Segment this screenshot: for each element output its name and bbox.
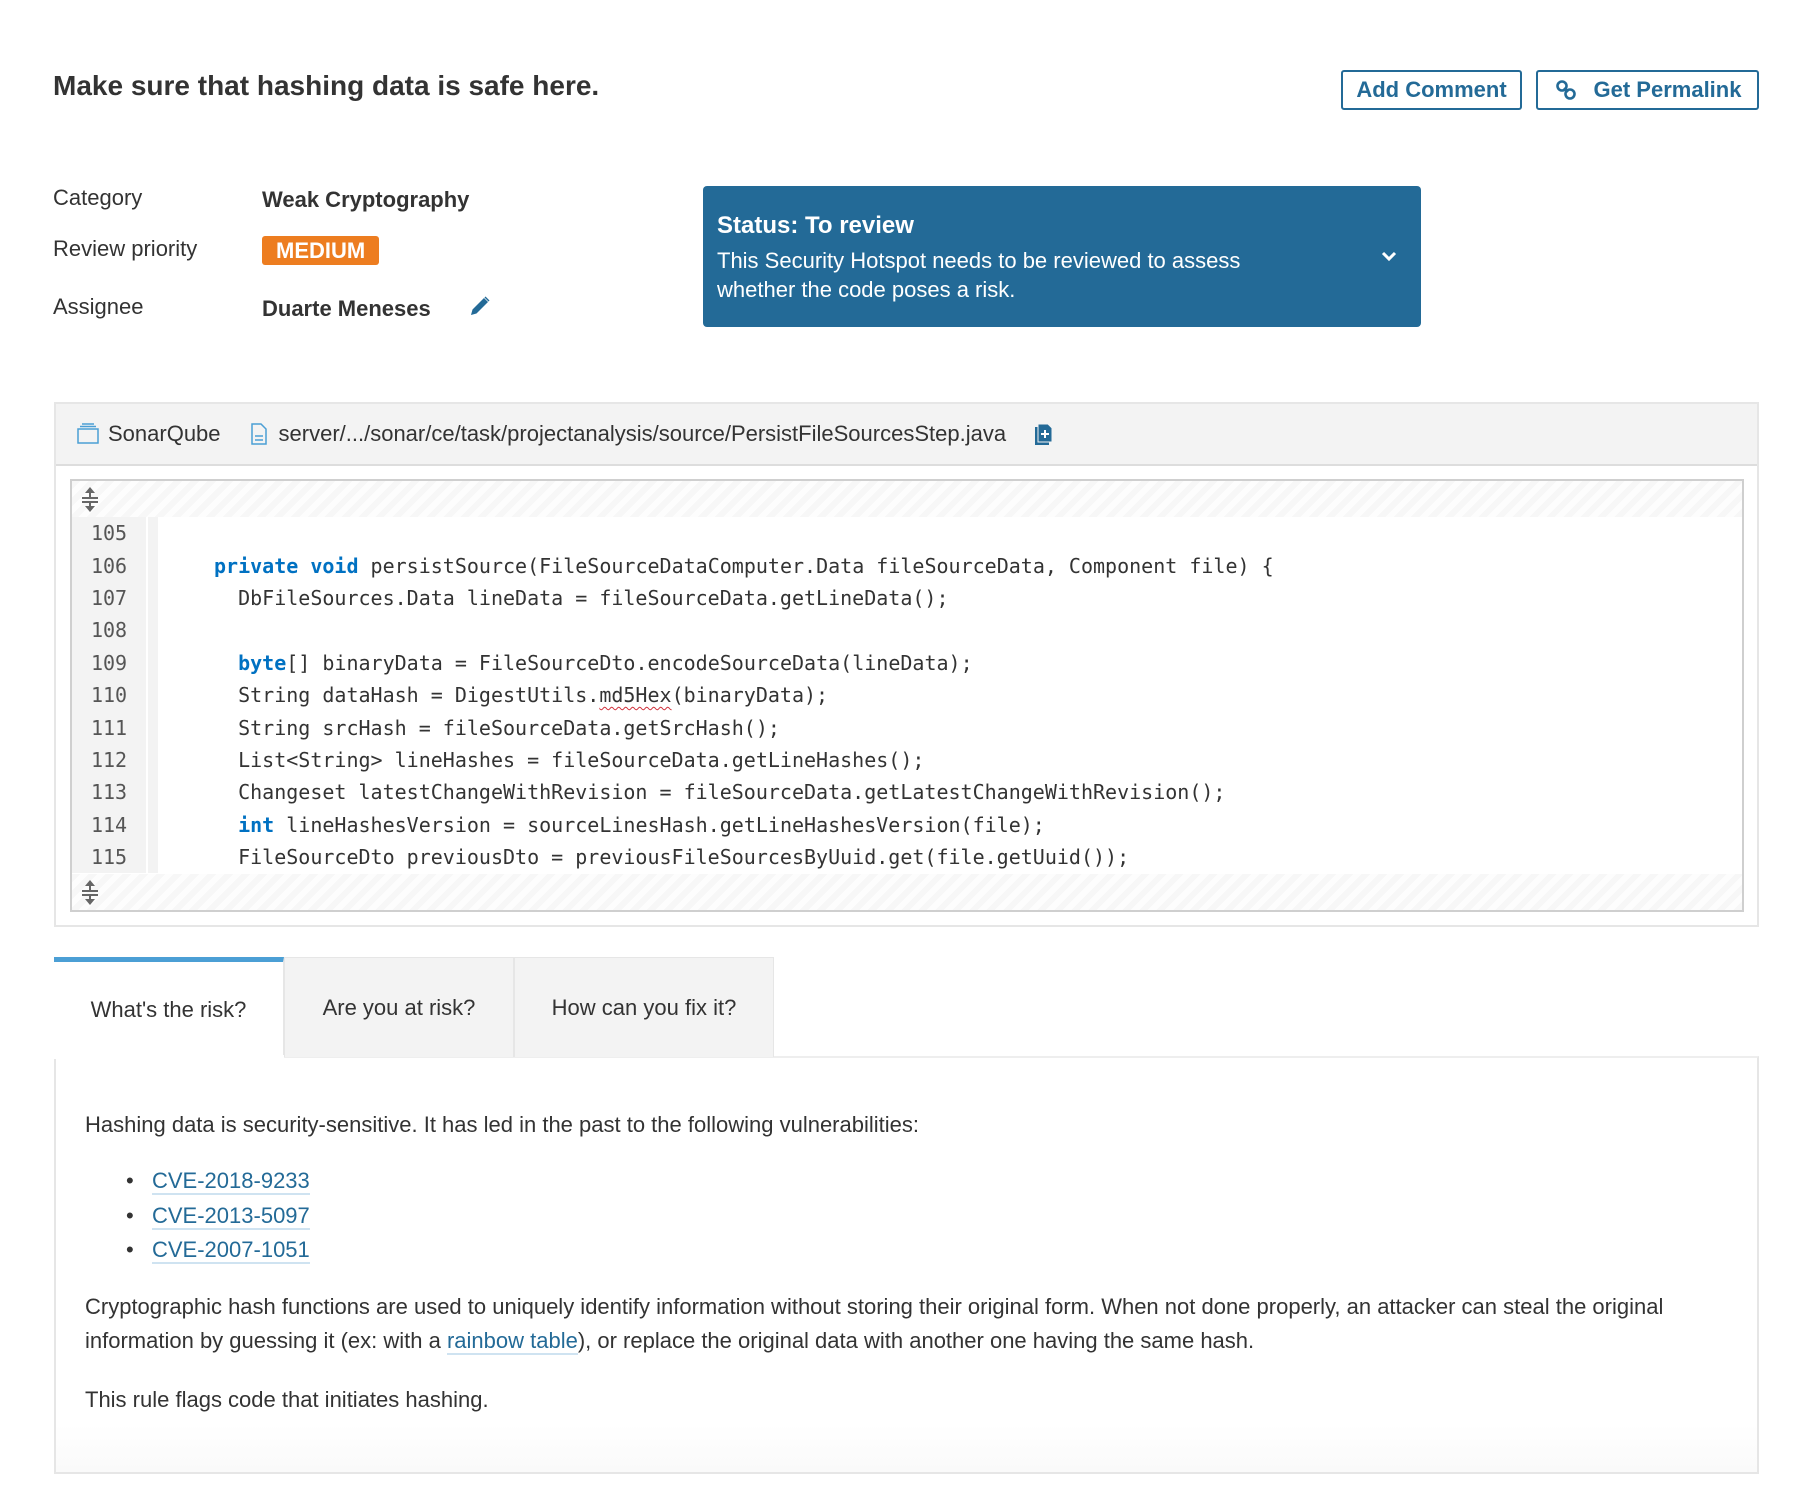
line-code: String dataHash = DigestUtils.md5Hex(bin… (214, 683, 829, 708)
line-gutter (146, 549, 158, 582)
content-fade (56, 1424, 1757, 1472)
line-code: String srcHash = fileSourceData.getSrcHa… (214, 715, 780, 740)
get-permalink-label: Get Permalink (1593, 77, 1742, 102)
cve-item: CVE-2018-9233 (126, 1168, 310, 1203)
line-gutter (146, 614, 158, 647)
risk-content-panel: Hashing data is security-sensitive. It h… (54, 1056, 1759, 1474)
line-code: int lineHashesVersion = sourceLinesHash.… (238, 812, 1045, 837)
line-code: Changeset latestChangeWithRevision = fil… (214, 780, 1226, 805)
code-line: 105 (72, 517, 1742, 550)
line-number[interactable]: 107 (72, 581, 146, 615)
line-number[interactable]: 115 (72, 840, 146, 874)
expand-above-bar[interactable] (72, 481, 1742, 517)
cve-list: CVE-2018-9233 CVE-2013-5097 CVE-2007-105… (126, 1168, 310, 1272)
risk-paragraph-3: This rule flags code that initiates hash… (85, 1387, 489, 1412)
code-snippet-panel: SonarQube server/.../sonar/ce/task/proje… (54, 402, 1759, 927)
code-line: 110 String dataHash = DigestUtils.md5Hex… (72, 678, 1742, 712)
line-gutter (146, 581, 158, 615)
status-title: Status: To review (717, 212, 914, 239)
line-number[interactable]: 110 (72, 678, 146, 712)
code-lines: 105 106 private void persistSource(FileSou… (72, 517, 1742, 874)
risk-text: ), or replace the original data with ano… (577, 1328, 1255, 1353)
add-comment-label: Add Comment (1356, 77, 1507, 102)
file-path[interactable]: server/.../sonar/ce/task/projectanalysis… (279, 421, 1007, 447)
line-number[interactable]: 109 (72, 646, 146, 679)
line-gutter (146, 776, 158, 809)
code-line: 115 FileSourceDto previousDto = previous… (72, 840, 1742, 874)
line-code: private void persistSource(FileSourceDat… (214, 553, 1274, 578)
active-tab-connector (54, 1055, 284, 1059)
review-priority-label: Review priority (53, 236, 198, 261)
tab-how-can-you-fix-it[interactable]: How can you fix it? (514, 957, 774, 1057)
line-number[interactable]: 113 (72, 776, 146, 809)
tab-label: What's the risk? (90, 996, 247, 1022)
line-gutter (146, 517, 158, 550)
line-gutter (146, 678, 158, 712)
line-number[interactable]: 114 (72, 808, 146, 841)
expand-above-icon[interactable] (80, 485, 100, 513)
code-viewer: 105 106 private void persistSource(FileSou… (70, 479, 1744, 912)
tab-whats-the-risk[interactable]: What's the risk? (54, 957, 284, 1057)
risk-intro: Hashing data is security-sensitive. It h… (85, 1112, 919, 1137)
line-number[interactable]: 112 (72, 743, 146, 777)
line-number[interactable]: 111 (72, 711, 146, 744)
code-line: 107 DbFileSources.Data lineData = fileSo… (72, 581, 1742, 615)
code-line: 111 String srcHash = fileSourceData.getS… (72, 711, 1742, 744)
risk-paragraph-2: Cryptographic hash functions are used to… (85, 1290, 1745, 1358)
line-gutter (146, 840, 158, 874)
chevron-down-icon[interactable] (1379, 246, 1399, 266)
line-code: List<String> lineHashes = fileSourceData… (214, 747, 925, 772)
expand-below-icon[interactable] (80, 878, 100, 906)
tab-are-you-at-risk[interactable]: Are you at risk? (284, 957, 514, 1057)
copy-path-icon[interactable] (1032, 422, 1056, 446)
category-label: Category (53, 185, 143, 210)
project-name[interactable]: SonarQube (108, 421, 221, 447)
project-icon (77, 423, 99, 444)
assignee-value: Duarte Meneses (262, 296, 431, 321)
cve-item: CVE-2007-1051 (126, 1237, 310, 1272)
status-panel[interactable]: Status: To review This Security Hotspot … (703, 186, 1421, 327)
hotspot-tabs: What's the risk? Are you at risk? How ca… (54, 957, 774, 1057)
line-gutter (146, 711, 158, 744)
line-code: byte[] binaryData = FileSourceDto.encode… (238, 650, 973, 675)
priority-badge: MEDIUM (262, 236, 380, 265)
cve-item: CVE-2013-5097 (126, 1202, 310, 1238)
code-line: 113 Changeset latestChangeWithRevision =… (72, 776, 1742, 809)
cve-link[interactable]: CVE-2007-1051 (152, 1237, 310, 1265)
assignee-label: Assignee (53, 294, 144, 319)
get-permalink-button[interactable]: Get Permalink (1536, 70, 1759, 110)
line-number[interactable]: 108 (72, 614, 146, 647)
line-code: DbFileSources.Data lineData = fileSource… (214, 585, 949, 610)
file-icon (250, 423, 267, 445)
expand-below-bar[interactable] (72, 874, 1742, 910)
issue-location: md5Hex (599, 683, 672, 708)
edit-assignee-icon[interactable] (468, 294, 492, 318)
cve-link[interactable]: CVE-2013-5097 (152, 1202, 310, 1230)
line-number[interactable]: 105 (72, 517, 146, 550)
code-line: 108 (72, 614, 1742, 647)
code-line: 109 byte[] binaryData = FileSourceDto.en… (72, 646, 1742, 679)
tab-label: Are you at risk? (322, 994, 476, 1020)
line-gutter (146, 808, 158, 841)
page-title: Make sure that hashing data is safe here… (53, 70, 600, 101)
rainbow-table-link[interactable]: rainbow table (446, 1328, 578, 1355)
line-code: FileSourceDto previousDto = previousFile… (214, 845, 1130, 870)
category-value: Weak Cryptography (262, 187, 470, 212)
tab-label: How can you fix it? (551, 994, 737, 1020)
line-gutter (146, 646, 158, 679)
code-line: 114 int lineHashesVersion = sourceLinesH… (72, 808, 1742, 841)
code-line: 112 List<String> lineHashes = fileSource… (72, 743, 1742, 777)
status-description: This Security Hotspot needs to be review… (717, 248, 1241, 302)
line-gutter (146, 743, 158, 777)
code-line: 106 private void persistSource(FileSource… (72, 549, 1742, 582)
add-comment-button[interactable]: Add Comment (1341, 70, 1522, 110)
file-breadcrumb: SonarQube server/.../sonar/ce/task/proje… (56, 404, 1757, 466)
cve-link[interactable]: CVE-2018-9233 (152, 1168, 310, 1195)
link-icon (1555, 80, 1576, 100)
line-number[interactable]: 106 (72, 549, 146, 582)
